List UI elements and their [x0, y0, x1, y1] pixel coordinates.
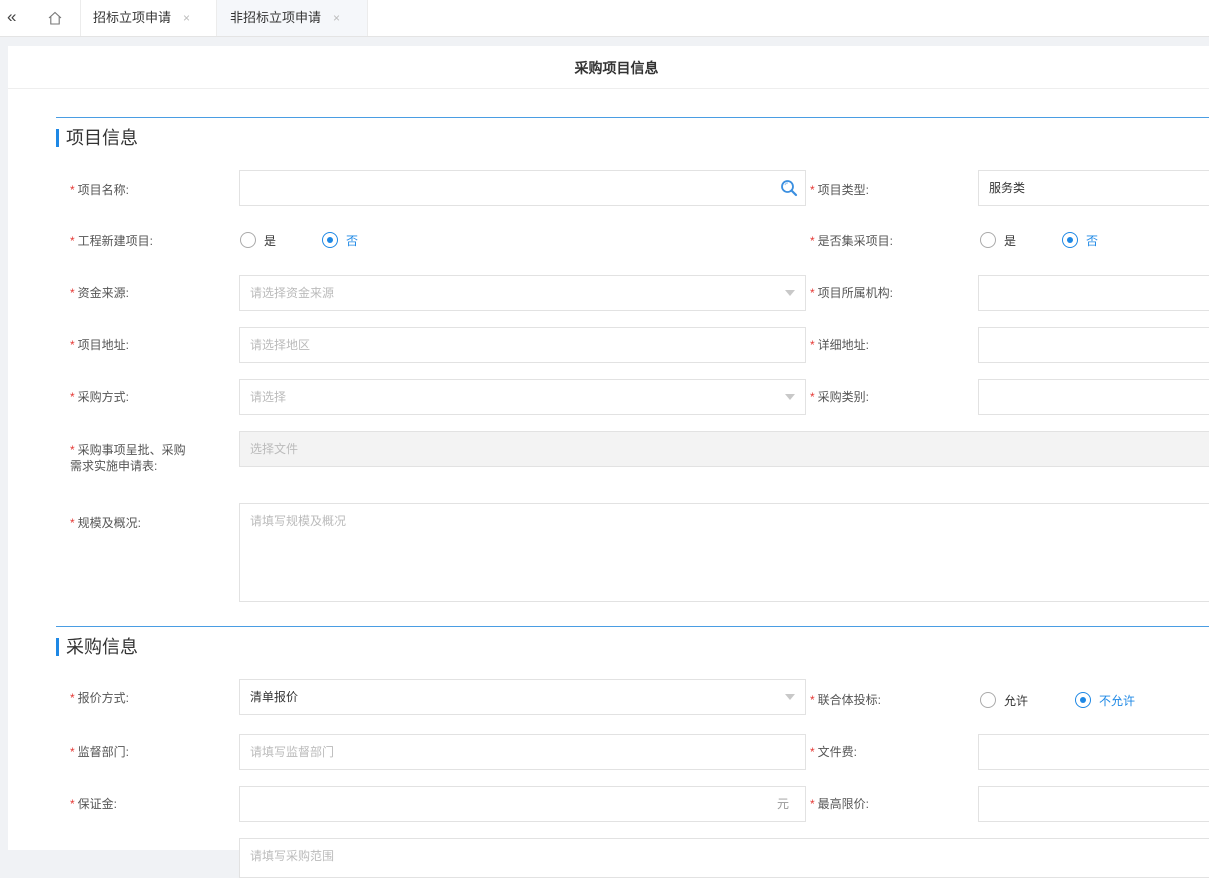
supervise-dept-label: * 监督部门:	[70, 745, 130, 759]
scale-overview-textarea[interactable]: 请填写规模及概况	[239, 503, 1209, 602]
page-title: 采购项目信息	[8, 46, 1209, 89]
chevron-down-icon	[785, 694, 795, 700]
project-org-label: * 项目所属机构:	[810, 286, 894, 300]
doc-fee-input[interactable]	[978, 734, 1209, 770]
purchase-method-label: * 采购方式:	[70, 390, 130, 404]
deposit-unit: 元	[776, 797, 789, 811]
central-purchase-label: * 是否集采项目:	[810, 234, 894, 248]
supervise-dept-input[interactable]: 请填写监督部门	[239, 734, 806, 770]
central-purchase-yes-radio[interactable]: 是	[980, 231, 1016, 251]
approval-file-picker[interactable]: 选择文件	[239, 431, 1209, 467]
deposit-label: * 保证金:	[70, 797, 118, 811]
fund-source-select[interactable]: 请选择资金来源	[239, 275, 806, 311]
close-icon[interactable]: ×	[333, 11, 340, 25]
section-title-project: 项目信息	[56, 127, 138, 149]
home-icon[interactable]	[47, 10, 63, 26]
approval-form-label: * 采购事项呈批、采购 需求实施申请表:	[70, 443, 186, 473]
detail-address-input[interactable]	[978, 327, 1209, 363]
detail-address-label: * 详细地址:	[810, 338, 870, 352]
purchase-method-select[interactable]: 请选择	[239, 379, 806, 415]
central-purchase-no-radio[interactable]: 否	[1062, 231, 1098, 251]
form-panel: 采购项目信息 项目信息 * 项目名称: * 项目类型: 服务类 * 工程新建项目: 是…	[8, 46, 1209, 878]
collapse-sidebar-icon[interactable]: «	[7, 7, 16, 27]
max-price-input[interactable]	[978, 786, 1209, 822]
deposit-input[interactable]: 元	[239, 786, 806, 822]
close-icon[interactable]: ×	[183, 11, 190, 25]
tab-non-bidding-application[interactable]: 非招标立项申请 ×	[216, 0, 368, 36]
purchase-category-input[interactable]	[978, 379, 1209, 415]
chevron-down-icon	[785, 290, 795, 296]
chevron-down-icon	[785, 394, 795, 400]
new-build-no-radio[interactable]: 否	[322, 231, 358, 251]
consortium-bid-label: * 联合体投标:	[810, 693, 882, 707]
project-type-label: * 项目类型:	[810, 183, 870, 197]
section-title-purchase: 采购信息	[56, 636, 138, 658]
search-icon[interactable]	[779, 178, 799, 198]
project-address-select[interactable]: 请选择地区	[239, 327, 806, 363]
purchase-category-label: * 采购类别:	[810, 390, 870, 404]
max-price-label: * 最高限价:	[810, 797, 870, 811]
consortium-disallow-radio[interactable]: 不允许	[1075, 691, 1135, 711]
project-name-label: * 项目名称:	[70, 183, 130, 197]
tab-bidding-application[interactable]: 招标立项申请 ×	[80, 0, 215, 36]
consortium-allow-radio[interactable]: 允许	[980, 691, 1028, 711]
project-name-input[interactable]	[239, 170, 806, 206]
section-divider	[56, 117, 1209, 118]
project-type-field[interactable]: 服务类	[978, 170, 1209, 206]
quote-method-label: * 报价方式:	[70, 691, 130, 705]
new-build-label: * 工程新建项目:	[70, 234, 154, 248]
tab-bar: « 招标立项申请 × 非招标立项申请 ×	[0, 0, 1209, 37]
purchase-scope-textarea[interactable]: 请填写采购范围	[239, 838, 1209, 878]
fund-source-label: * 资金来源:	[70, 286, 130, 300]
section-divider	[56, 626, 1209, 627]
project-org-input[interactable]	[978, 275, 1209, 311]
project-address-label: * 项目地址:	[70, 338, 130, 352]
new-build-yes-radio[interactable]: 是	[240, 231, 276, 251]
tab-label: 非招标立项申请	[230, 10, 322, 25]
tab-label: 招标立项申请	[93, 10, 172, 25]
scale-overview-label: * 规模及概况:	[70, 516, 142, 530]
quote-method-select[interactable]: 清单报价	[239, 679, 806, 715]
doc-fee-label: * 文件费:	[810, 745, 858, 759]
